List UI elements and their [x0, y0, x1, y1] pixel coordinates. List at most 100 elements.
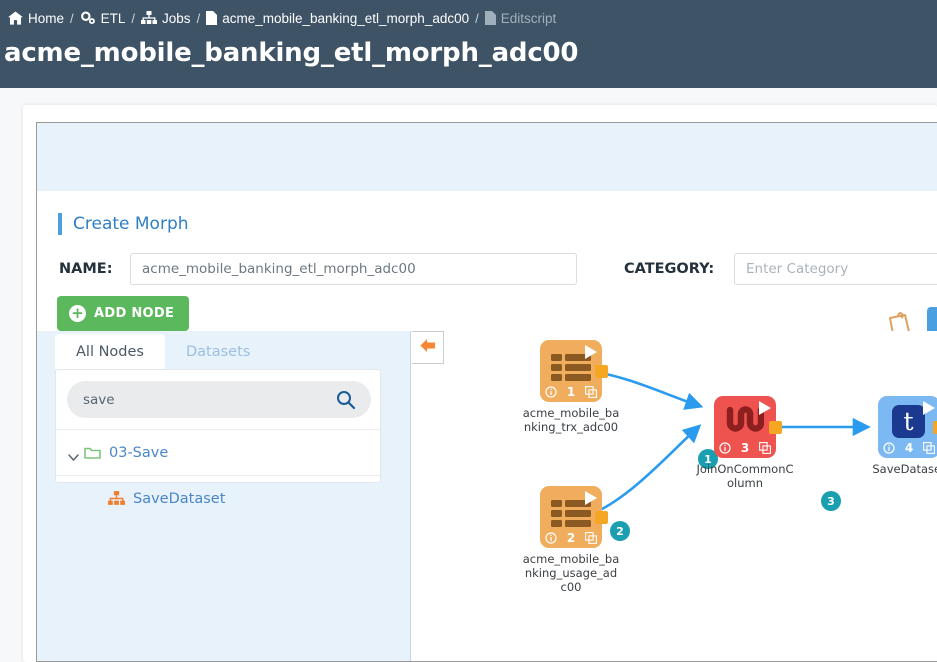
tab-all-nodes-label: All Nodes: [76, 343, 144, 360]
tab-datasets-label: Datasets: [185, 343, 251, 360]
search-field-wrapper[interactable]: [67, 381, 371, 418]
info-icon[interactable]: [719, 442, 731, 454]
tab-datasets[interactable]: Datasets: [165, 334, 271, 369]
page-title: acme_mobile_banking_etl_morph_adc00: [4, 38, 579, 68]
copy-icon[interactable]: [585, 386, 597, 398]
tumblr-t-icon: t: [892, 405, 925, 438]
node-search-results: 03-Save SaveDataset: [55, 369, 381, 507]
node-number: 1: [566, 385, 576, 399]
section-accent-bar: [58, 213, 62, 235]
canvas-node-4[interactable]: t 4 SaveDatas: [872, 396, 937, 476]
top-header: Home / ETL / Jobs / acme_mobile_banking_…: [0, 0, 937, 88]
search-icon[interactable]: [336, 390, 356, 410]
category-label: CATEGORY:: [624, 261, 715, 277]
file-icon: [206, 11, 218, 25]
tree-item-savedataset[interactable]: SaveDataset: [56, 475, 380, 521]
folder-icon: [84, 445, 101, 460]
gears-icon: [80, 11, 96, 25]
edge-badge-2: 2: [610, 521, 630, 541]
breadcrumb-separator: /: [475, 10, 479, 26]
breadcrumb-item-etl[interactable]: ETL: [80, 10, 126, 26]
editor-lower-region: All Nodes Datasets save 03-Save SaveData…: [37, 331, 937, 661]
section-header: Create Morph: [58, 213, 189, 235]
tree-item-label: SaveDataset: [133, 490, 226, 507]
copy-icon[interactable]: [759, 442, 771, 454]
edge-2: [586, 424, 702, 518]
tree-folder-03-save[interactable]: 03-Save: [56, 429, 380, 475]
output-port[interactable]: [933, 421, 937, 434]
edge-layer: [586, 369, 871, 518]
breadcrumb-item-job[interactable]: acme_mobile_banking_etl_morph_adc00: [206, 11, 469, 26]
node-chip[interactable]: 3: [714, 396, 782, 458]
node-footer: 2: [540, 531, 602, 545]
home-icon: [8, 11, 23, 25]
info-icon[interactable]: [545, 532, 557, 544]
node-chip[interactable]: 2: [540, 486, 608, 548]
breadcrumb-item-home[interactable]: Home: [8, 11, 64, 26]
breadcrumb-label-jobs: Jobs: [162, 10, 191, 26]
section-title: Create Morph: [73, 214, 189, 234]
canvas-node-1[interactable]: 1 acme_mobile_banking_trx_adc00: [523, 340, 619, 434]
canvas-node-3[interactable]: 3 JoinOnCommonColumn: [696, 396, 794, 490]
plus-icon: +: [69, 305, 86, 322]
create-morph-form: Create Morph NAME: CATEGORY: + ADD NODE: [37, 191, 937, 331]
copy-icon[interactable]: [923, 442, 935, 454]
page-body: Create Morph NAME: CATEGORY: + ADD NODE: [0, 88, 937, 662]
palette-tabs: All Nodes Datasets: [55, 334, 271, 369]
search-input[interactable]: [83, 391, 323, 408]
node-label: JoinOnCommonColumn: [696, 462, 794, 490]
node-label: acme_mobile_banking_usage_adc00: [522, 552, 620, 594]
add-node-label: ADD NODE: [94, 306, 175, 321]
edge-badge-3: 3: [821, 491, 841, 511]
output-port[interactable]: [595, 365, 608, 378]
morph-canvas[interactable]: 1 2 3 1 acme_mobile_banking_trx_adc00 2 …: [412, 331, 937, 661]
breadcrumb-label-job: acme_mobile_banking_etl_morph_adc00: [222, 10, 470, 26]
info-icon[interactable]: [883, 442, 895, 454]
output-port[interactable]: [769, 421, 782, 434]
copy-icon[interactable]: [585, 532, 597, 544]
node-label: acme_mobile_banking_trx_adc00: [522, 406, 620, 434]
node-chip[interactable]: t 4: [878, 396, 937, 458]
tab-all-nodes[interactable]: All Nodes: [55, 334, 165, 369]
breadcrumb-label-editscript: Editscript: [500, 10, 557, 26]
info-icon[interactable]: [545, 386, 557, 398]
panel-top-strip: [37, 123, 937, 191]
breadcrumb-item-jobs[interactable]: Jobs: [141, 11, 191, 26]
node-label: SaveDataset: [872, 462, 937, 476]
play-icon[interactable]: [759, 401, 771, 415]
chevron-down-icon[interactable]: [68, 448, 79, 462]
breadcrumb-label-home: Home: [28, 10, 65, 26]
play-icon[interactable]: [585, 345, 597, 359]
output-port[interactable]: [595, 511, 608, 524]
node-footer: 4: [878, 441, 937, 455]
content-card: Create Morph NAME: CATEGORY: + ADD NODE: [23, 105, 937, 662]
form-fields-row: NAME: CATEGORY:: [37, 252, 937, 286]
name-input[interactable]: [130, 253, 577, 285]
canvas-node-2[interactable]: 2 acme_mobile_banking_usage_adc00: [523, 486, 619, 594]
breadcrumb-separator: /: [70, 10, 74, 26]
node-number: 4: [904, 441, 914, 455]
breadcrumb-item-editscript: Editscript: [484, 10, 557, 26]
category-input[interactable]: [734, 253, 937, 285]
morph-editor-panel: Create Morph NAME: CATEGORY: + ADD NODE: [36, 122, 937, 662]
breadcrumb-label-etl: ETL: [100, 10, 126, 26]
add-node-button[interactable]: + ADD NODE: [57, 296, 190, 331]
name-label: NAME:: [59, 261, 113, 277]
sitemap-icon: [108, 491, 125, 506]
node-palette-panel: All Nodes Datasets save 03-Save SaveData…: [37, 331, 411, 661]
file-icon: [484, 11, 496, 25]
node-number: 3: [740, 441, 750, 455]
collapse-panel-button[interactable]: [412, 331, 444, 364]
tree-folder-label: 03-Save: [109, 444, 169, 461]
play-icon[interactable]: [585, 491, 597, 505]
breadcrumb-separator: /: [196, 10, 201, 26]
breadcrumb: Home / ETL / Jobs / acme_mobile_banking_…: [8, 8, 556, 28]
arrow-left-icon: [419, 338, 436, 358]
node-footer: 1: [540, 385, 602, 399]
node-chip[interactable]: 1: [540, 340, 608, 402]
sitemap-icon: [141, 11, 158, 25]
node-footer: 3: [714, 441, 776, 455]
breadcrumb-separator: /: [131, 10, 136, 26]
node-number: 2: [566, 531, 576, 545]
play-icon[interactable]: [923, 401, 935, 415]
